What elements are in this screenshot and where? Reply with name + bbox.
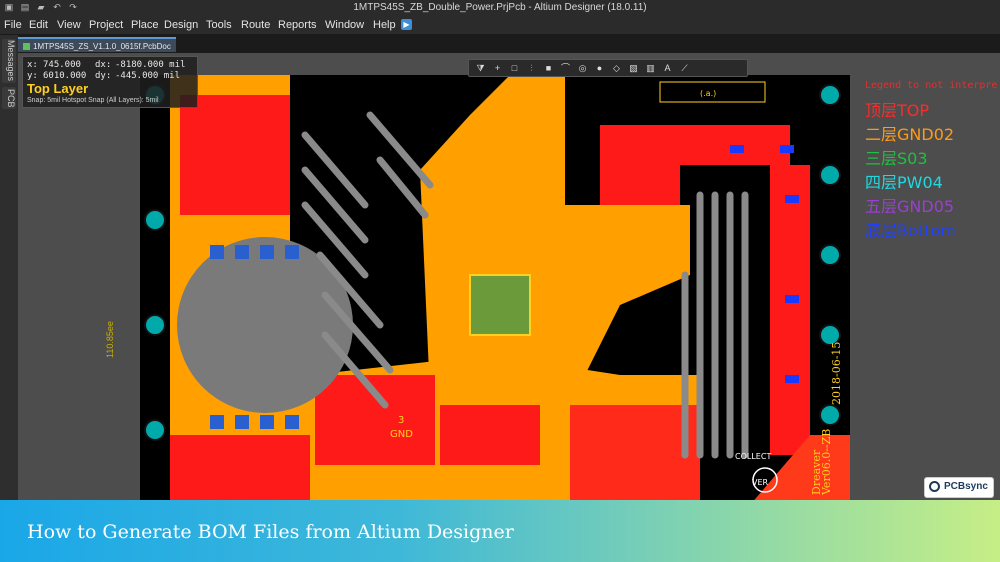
coordinate-hud: x: 745.000 dx: -8180.000 mil y: 6010.000…: [22, 56, 198, 108]
copper-block: [770, 165, 810, 455]
via-icon[interactable]: ◎: [577, 63, 588, 74]
align-icon[interactable]: ⫶: [526, 63, 537, 74]
window-title: 1MTPS45S_ZB_Double_Power.PrjPcb - Altium…: [353, 2, 647, 13]
menu-bar: File Edit View Project Place Design Tool…: [0, 16, 1000, 35]
component-icon[interactable]: ■: [543, 63, 554, 74]
pcbsync-logo: PCBsync: [924, 477, 994, 498]
pad-icon[interactable]: ●: [594, 63, 605, 74]
legend-gnd02: 二层GND02: [865, 125, 955, 144]
menu-window[interactable]: Window: [325, 19, 364, 31]
fill-icon[interactable]: ▧: [628, 63, 639, 74]
legend-gnd05: 五层GND05: [865, 197, 955, 216]
hud-dx-value: -8180.000 mil: [115, 60, 186, 70]
help-icon[interactable]: ▶: [401, 19, 412, 30]
polygon-icon[interactable]: ◇: [611, 63, 622, 74]
pcb-board: (.a.) 3 GND COLLECT VER Ver06.0--ZB 2018…: [140, 75, 850, 500]
menu-project[interactable]: Project: [89, 19, 123, 31]
mcu-chip: [469, 274, 531, 336]
tab-messages[interactable]: Messages: [2, 39, 16, 83]
tab-pcb[interactable]: PCB: [2, 87, 16, 109]
text-icon[interactable]: A: [662, 63, 673, 74]
legend-s03: 三层S03: [865, 149, 928, 168]
hud-y-label: y:: [27, 71, 38, 81]
add-icon[interactable]: +: [492, 63, 503, 74]
silk-name: Dreaver: [810, 449, 823, 495]
hud-dx-label: dx:: [95, 60, 112, 70]
menu-tools[interactable]: Tools: [206, 19, 232, 31]
legend-pw04: 四层PW04: [865, 173, 943, 192]
hud-x-label: x:: [27, 60, 38, 70]
copper-block: [440, 405, 540, 465]
select-icon[interactable]: □: [509, 63, 520, 74]
filter-icon[interactable]: ⧩: [475, 63, 486, 74]
hud-snap: Snap: 5mil Hotspot Snap (All Layers): 5m…: [27, 97, 159, 104]
collect-label: COLLECT: [735, 452, 771, 461]
legend-bottom: 底层Bottom: [865, 221, 956, 240]
copper-block: [570, 405, 700, 500]
gnd-label: GND: [390, 429, 413, 440]
title-bar: ▣ ▤ ▰ ↶ ↷ 1MTPS45S_ZB_Double_Power.PrjPc…: [0, 0, 1000, 16]
side-panel-strip: Messages PCB: [0, 35, 18, 500]
route-icon[interactable]: ⌒: [560, 63, 571, 74]
pcb-canvas[interactable]: (.a.) 3 GND COLLECT VER Ver06.0--ZB 2018…: [18, 53, 1000, 500]
gnd-number: 3: [398, 415, 404, 426]
active-bar: ⧩ + □ ⫶ ■ ⌒ ◎ ● ◇ ▧ ▥ A ⟋: [468, 59, 748, 77]
silk-date: 2018-06-15: [830, 342, 843, 405]
menu-view[interactable]: View: [57, 19, 81, 31]
menu-route[interactable]: Route: [241, 19, 270, 31]
hud-x-value: 745.000: [43, 60, 81, 70]
document-tab[interactable]: 1MTPS45S_ZS_V1.1.0_0615f.PcbDoc: [18, 37, 176, 52]
menu-reports[interactable]: Reports: [278, 19, 317, 31]
menu-file[interactable]: File: [4, 19, 22, 31]
silk-box-label: (.a.): [700, 89, 716, 98]
hud-dy-value: -445.000 mil: [115, 71, 181, 81]
document-tab-label: 1MTPS45S_ZS_V1.1.0_0615f.PcbDoc: [33, 42, 171, 51]
dimension-label-wrap: 110.85ee: [105, 268, 117, 358]
pcbsync-logo-text: PCBsync: [944, 481, 988, 492]
legend-top: 顶层TOP: [865, 101, 930, 120]
menu-design[interactable]: Design: [164, 19, 198, 31]
copper-block: [180, 95, 290, 215]
ver-label: VER: [752, 478, 769, 487]
menu-edit[interactable]: Edit: [29, 19, 48, 31]
copper-block: [170, 435, 310, 500]
hud-layer: Top Layer: [27, 81, 89, 96]
pcbsync-logo-icon: [929, 481, 940, 492]
menu-help[interactable]: Help: [373, 19, 396, 31]
dimension-label: 110.85ee: [105, 321, 115, 358]
chart-icon[interactable]: ▥: [645, 63, 656, 74]
hud-y-value: 6010.000: [43, 71, 87, 81]
caption-banner: How to Generate BOM Files from Altium De…: [0, 500, 1000, 562]
caption-text: How to Generate BOM Files from Altium De…: [27, 521, 514, 543]
copper-block: [600, 125, 680, 205]
legend-header: Legend to not interpre: [865, 80, 998, 91]
hud-dy-label: dy:: [95, 71, 112, 81]
pcb-document-icon: [23, 43, 30, 51]
menu-place[interactable]: Place: [131, 19, 159, 31]
line-icon[interactable]: ⟋: [679, 63, 690, 74]
